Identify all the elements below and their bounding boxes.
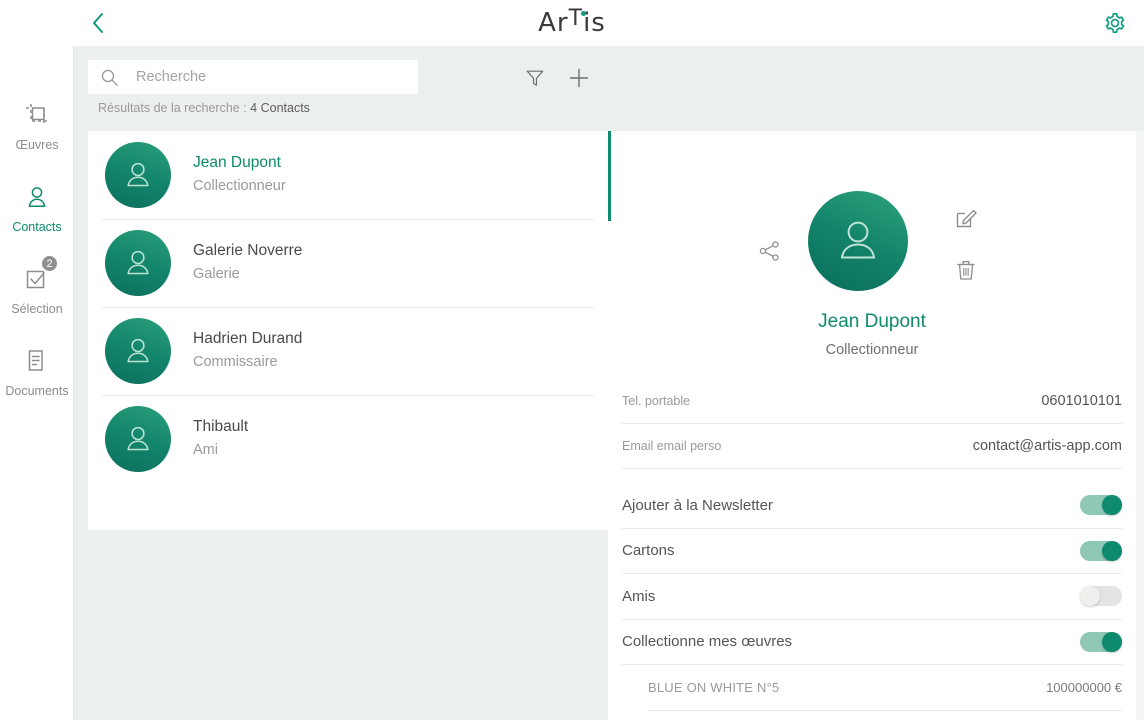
toggle-knob [1102, 495, 1122, 516]
list-item[interactable]: Thibault Ami [88, 395, 608, 483]
sidebar-item-oeuvres[interactable]: Œuvres [0, 98, 74, 178]
list-item-meta: Jean Dupont Collectionneur [193, 151, 286, 198]
field-value: 0601010101 [1041, 393, 1122, 409]
top-bar: ArTis [0, 0, 1144, 46]
toggle-switch[interactable] [1080, 540, 1122, 561]
search-results-summary: Résultats de la recherche : 4 Contacts [98, 101, 310, 115]
search-input[interactable] [136, 69, 406, 85]
detail-header: Jean Dupont Collectionneur [608, 131, 1136, 358]
results-count: 4 Contacts [250, 101, 310, 115]
settings-button[interactable] [1098, 6, 1132, 40]
sidebar-item-contacts[interactable]: Contacts [0, 180, 74, 260]
logo-part-3: is [583, 8, 606, 38]
detail-fields: Tel. portable 0601010101 Email email per… [608, 379, 1136, 720]
work-price: 100000000 € [1046, 679, 1122, 695]
detail-contact-name: Jean Dupont [818, 311, 926, 332]
logo-dot-icon [580, 11, 586, 16]
detail-contact-role: Collectionneur [825, 342, 919, 358]
work-row[interactable]: BLUE ON WHITE N°5 100000000 € [648, 665, 1122, 711]
list-item-meta: Hadrien Durand Commissaire [193, 327, 302, 374]
logo-part-1: Ar [538, 8, 569, 38]
contact-list: Jean Dupont Collectionneur Galerie Nover… [88, 131, 608, 530]
main-stage: Résultats de la recherche : 4 Contacts J… [74, 46, 1144, 720]
share-button[interactable] [756, 237, 784, 265]
gear-icon [1105, 13, 1125, 33]
sidebar-item-selection[interactable]: 2 Sélection [0, 254, 74, 342]
detail-avatar [808, 191, 908, 291]
toggle-label: Ajouter à la Newsletter [622, 496, 773, 514]
filter-button[interactable] [521, 64, 549, 92]
sidebar-item-label: Œuvres [15, 138, 59, 152]
edit-icon [956, 209, 977, 228]
fields-spacer [608, 469, 1136, 483]
delete-button[interactable] [952, 256, 980, 284]
sidebar-item-label: Sélection [11, 302, 63, 316]
work-row[interactable]: BLUE ON WHITE N°6 999999999 € [648, 711, 1122, 720]
edit-button[interactable] [952, 204, 980, 232]
contact-detail-panel: Jean Dupont Collectionneur Tel. portable… [608, 131, 1136, 720]
share-icon [759, 241, 779, 261]
contact-role: Ami [193, 442, 218, 459]
logo-part-2: T [568, 6, 584, 31]
contact-role: Commissaire [193, 354, 278, 371]
search-bar [88, 60, 418, 94]
field-label: Email email perso [622, 439, 722, 453]
detail-field-row[interactable]: Tel. portable 0601010101 [622, 379, 1122, 424]
app-root: ArTis Œuvres Contacts 2 Sélection Docume… [0, 0, 1144, 720]
toggle-row-newsletter[interactable]: Ajouter à la Newsletter [622, 483, 1122, 529]
toggle-switch[interactable] [1080, 586, 1122, 607]
toggle-row-collectionne[interactable]: Collectionne mes œuvres [622, 620, 1122, 665]
toggle-row-cartons[interactable]: Cartons [622, 529, 1122, 574]
selection-badge: 2 [40, 254, 59, 273]
contact-name: Galerie Noverre [193, 242, 303, 260]
list-item[interactable]: Jean Dupont Collectionneur [88, 131, 608, 219]
artwork-frame-icon [24, 98, 50, 132]
add-button[interactable] [565, 64, 593, 92]
checkbox-icon: 2 [24, 254, 59, 296]
toggle-row-amis[interactable]: Amis [622, 574, 1122, 620]
person-icon [24, 180, 50, 214]
search-icon [100, 68, 122, 87]
work-name: BLUE ON WHITE N°5 [648, 679, 780, 695]
toggle-knob [1102, 631, 1122, 652]
avatar [105, 230, 171, 296]
toggle-switch[interactable] [1080, 495, 1122, 516]
toggle-label: Cartons [622, 542, 675, 560]
detail-scrollbar[interactable] [1136, 131, 1144, 720]
filter-icon [526, 70, 544, 86]
toggle-label: Amis [622, 587, 656, 605]
sidebar-item-label: Documents [5, 384, 69, 398]
avatar [105, 318, 171, 384]
detail-field-row[interactable]: Email email perso contact@artis-app.com [622, 424, 1122, 469]
list-item[interactable]: Galerie Noverre Galerie [88, 219, 608, 307]
back-chevron-icon [93, 13, 103, 33]
contact-name: Thibault [193, 418, 249, 436]
field-value: contact@artis-app.com [972, 438, 1122, 454]
toggle-knob [1102, 540, 1122, 561]
toggle-label: Collectionne mes œuvres [622, 633, 793, 651]
document-icon [24, 344, 50, 378]
contact-name: Hadrien Durand [193, 330, 303, 348]
results-prefix: Résultats de la recherche : [98, 101, 251, 115]
back-button[interactable] [80, 6, 116, 40]
contact-name: Jean Dupont [193, 154, 281, 172]
contact-role: Collectionneur [193, 178, 286, 195]
trash-icon [957, 260, 975, 280]
list-item-meta: Galerie Noverre Galerie [193, 239, 302, 286]
list-item[interactable]: Hadrien Durand Commissaire [88, 307, 608, 395]
list-item-meta: Thibault Ami [193, 415, 248, 462]
add-icon [569, 68, 589, 88]
sidebar-item-documents[interactable]: Documents [0, 344, 74, 424]
avatar [105, 406, 171, 472]
toggle-switch[interactable] [1080, 631, 1122, 652]
sidebar-item-label: Contacts [12, 220, 62, 234]
toggle-knob [1080, 586, 1100, 607]
contact-role: Galerie [193, 266, 240, 283]
field-label: Tel. portable [622, 394, 691, 408]
avatar [105, 142, 171, 208]
app-logo: ArTis [0, 0, 1144, 46]
sidebar: Œuvres Contacts 2 Sélection Documents [0, 46, 74, 720]
